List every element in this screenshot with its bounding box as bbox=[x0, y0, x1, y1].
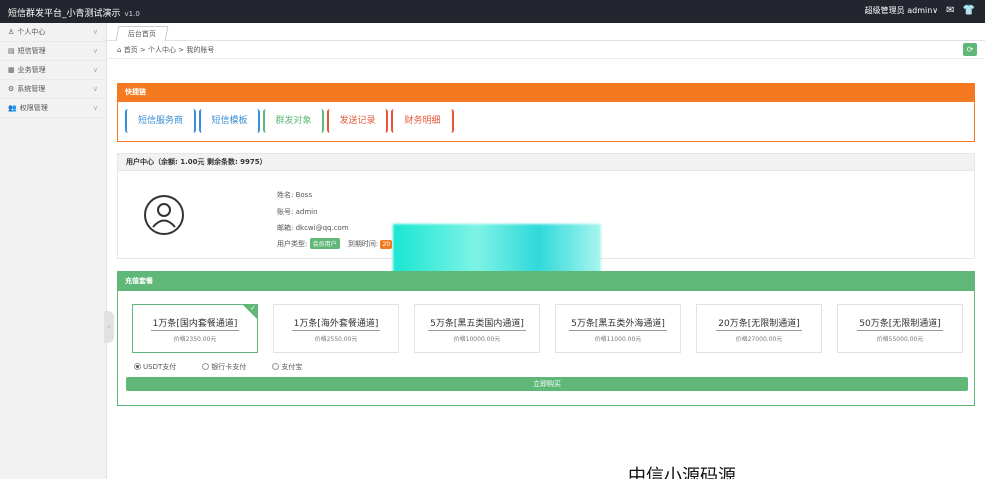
sidebar-collapse-handle[interactable]: ‹ bbox=[104, 311, 114, 343]
broadcast-target-button[interactable]: 群发对象 bbox=[263, 109, 324, 133]
expire-badge: 20 bbox=[380, 240, 393, 249]
user-email-field: 邮箱: dkcwi@qq.com bbox=[277, 224, 349, 232]
package-price: 价格2350.00元 bbox=[173, 336, 217, 343]
quick-nav-body: 短信服务商 短信模板 群发对象 发送记录 财务明细 bbox=[117, 102, 975, 142]
user-account-field: 账号: admin bbox=[277, 208, 318, 216]
payment-option-alipay[interactable]: 支付宝 bbox=[272, 362, 302, 372]
chevron-down-icon: ∨ bbox=[92, 28, 98, 36]
shirt-icon[interactable]: 👕 bbox=[963, 5, 975, 16]
breadcrumb-text: 首页 > 个人中心 > 我的账号 bbox=[123, 46, 215, 54]
package-card[interactable]: 5万条[黑五类外海通道] 价格11000.00元 bbox=[555, 304, 681, 353]
user-type-row: 用户类型: 会员用户 到期时间: 20 bbox=[277, 238, 393, 249]
top-bar: 短信群发平台_小青测试演示 v1.0 超级管理员 admin∨ ✉ 👕 bbox=[0, 0, 985, 23]
sms-icon: ▤ bbox=[8, 47, 15, 55]
chevron-down-icon: ∨ bbox=[932, 6, 939, 15]
sidebar-item-personal-center[interactable]: ♙ 个人中心 ∨ bbox=[0, 23, 106, 42]
package-price: 价格11000.00元 bbox=[594, 336, 642, 343]
package-name: 1万条[国内套餐通道] bbox=[150, 316, 240, 331]
mail-icon[interactable]: ✉ bbox=[946, 5, 954, 16]
recharge-body: 1万条[国内套餐通道] 价格2350.00元 ✓ 1万条[海外套餐通道] 价格2… bbox=[117, 291, 975, 406]
avatar-icon bbox=[144, 195, 184, 235]
top-right-tools: 超级管理员 admin∨ ✉ 👕 bbox=[865, 5, 975, 16]
chevron-down-icon: ∨ bbox=[92, 47, 98, 55]
quick-nav-header: 快捷链 bbox=[117, 83, 975, 102]
user-center-header: 用户中心（余额: 1.00元 剩余条数: 9975） bbox=[117, 153, 975, 171]
payment-methods: USDT支付 银行卡支付 支付宝 bbox=[134, 362, 302, 372]
radio-button[interactable] bbox=[134, 363, 141, 370]
sidebar-item-permission-management[interactable]: 👥 权限管理 ∨ bbox=[0, 99, 106, 118]
refresh-icon: ⟳ bbox=[966, 45, 974, 54]
payment-label: 银行卡支付 bbox=[211, 363, 247, 371]
finance-details-button[interactable]: 财务明细 bbox=[391, 109, 454, 133]
chevron-down-icon: ∨ bbox=[92, 85, 98, 93]
settings-icon: ⚙ bbox=[8, 85, 15, 93]
package-card[interactable]: 1万条[海外套餐通道] 价格2550.00元 bbox=[273, 304, 399, 353]
chevron-down-icon: ∨ bbox=[92, 66, 98, 74]
package-price: 价格27000.00元 bbox=[735, 336, 783, 343]
package-price: 价格10000.00元 bbox=[453, 336, 501, 343]
payment-option-bank[interactable]: 银行卡支付 bbox=[202, 362, 246, 372]
package-price: 价格55000.00元 bbox=[876, 336, 924, 343]
app-title: 短信群发平台_小青测试演示 v1.0 bbox=[8, 6, 140, 19]
payment-label: 支付宝 bbox=[281, 363, 303, 371]
package-name: 50万条[无限制通道] bbox=[857, 316, 943, 331]
sms-provider-button[interactable]: 短信服务商 bbox=[125, 109, 196, 133]
breadcrumb: ⌂ 首页 > 个人中心 > 我的账号 bbox=[117, 45, 214, 55]
sidebar-item-label: 个人中心 bbox=[17, 28, 46, 36]
user-type-badge: 会员用户 bbox=[309, 238, 340, 249]
home-icon: ⌂ bbox=[117, 46, 122, 54]
sidebar-item-business-management[interactable]: ▦ 业务管理 ∨ bbox=[0, 61, 106, 80]
tab-label: 后台首页 bbox=[127, 30, 156, 38]
user-name-field: 姓名: Boss bbox=[277, 191, 312, 199]
package-name: 20万条[无限制通道] bbox=[716, 316, 802, 331]
send-records-button[interactable]: 发送记录 bbox=[327, 109, 388, 133]
package-name: 1万条[海外套餐通道] bbox=[291, 316, 381, 331]
app-version: v1.0 bbox=[124, 10, 140, 18]
expire-label: 到期时间: bbox=[347, 240, 379, 248]
package-card[interactable]: 5万条[黑五类国内通道] 价格10000.00元 bbox=[414, 304, 540, 353]
sms-template-button[interactable]: 短信模板 bbox=[199, 109, 260, 133]
package-name: 5万条[黑五类国内通道] bbox=[428, 316, 526, 331]
sidebar-item-label: 业务管理 bbox=[17, 66, 46, 74]
payment-label: USDT支付 bbox=[143, 363, 177, 371]
chevron-down-icon: ∨ bbox=[92, 104, 98, 112]
user-menu[interactable]: 超级管理员 admin∨ bbox=[865, 5, 938, 16]
package-price: 价格2550.00元 bbox=[314, 336, 358, 343]
sidebar-item-system-management[interactable]: ⚙ 系统管理 ∨ bbox=[0, 80, 106, 99]
sidebar: ♙ 个人中心 ∨ ▤ 短信管理 ∨ ▦ 业务管理 ∨ ⚙ 系统管理 ∨ 👥 权限管理 ∨ bbox=[0, 23, 107, 479]
payment-option-usdt[interactable]: USDT支付 bbox=[134, 362, 176, 372]
sidebar-item-sms-management[interactable]: ▤ 短信管理 ∨ bbox=[0, 42, 106, 61]
user-role: 超级管理员 bbox=[864, 6, 905, 15]
user-type-label: 用户类型: bbox=[277, 240, 308, 248]
tab-bar: 后台首页 bbox=[107, 23, 985, 41]
app-title-text: 短信群发平台_小青测试演示 bbox=[8, 9, 121, 19]
user-name: admin bbox=[907, 6, 933, 15]
chevron-left-icon: ‹ bbox=[107, 323, 111, 331]
person-icon: ♙ bbox=[8, 28, 15, 36]
package-card[interactable]: 50万条[无限制通道] 价格55000.00元 bbox=[837, 304, 963, 353]
check-icon: ✓ bbox=[250, 304, 256, 312]
sidebar-item-label: 短信管理 bbox=[17, 47, 46, 55]
sidebar-item-label: 系统管理 bbox=[17, 85, 46, 93]
watermark-text: 中信小源码源 bbox=[628, 466, 736, 479]
sidebar-item-label: 权限管理 bbox=[19, 104, 48, 112]
buy-now-button[interactable]: 立即购买 bbox=[126, 377, 968, 391]
package-card[interactable]: 20万条[无限制通道] 价格27000.00元 bbox=[696, 304, 822, 353]
breadcrumb-bar: ⌂ 首页 > 个人中心 > 我的账号 ⟳ bbox=[107, 41, 985, 59]
package-card[interactable]: 1万条[国内套餐通道] 价格2350.00元 ✓ bbox=[132, 304, 258, 353]
redacted-overlay bbox=[393, 224, 601, 276]
radio-button[interactable] bbox=[272, 363, 280, 370]
business-icon: ▦ bbox=[8, 66, 15, 74]
tab-home[interactable]: 后台首页 bbox=[115, 26, 169, 41]
package-name: 5万条[黑五类外海通道] bbox=[569, 316, 667, 331]
users-icon: 👥 bbox=[8, 104, 17, 112]
recharge-header: 充值套餐 bbox=[117, 271, 975, 291]
radio-button[interactable] bbox=[202, 363, 210, 370]
refresh-button[interactable]: ⟳ bbox=[963, 43, 977, 56]
